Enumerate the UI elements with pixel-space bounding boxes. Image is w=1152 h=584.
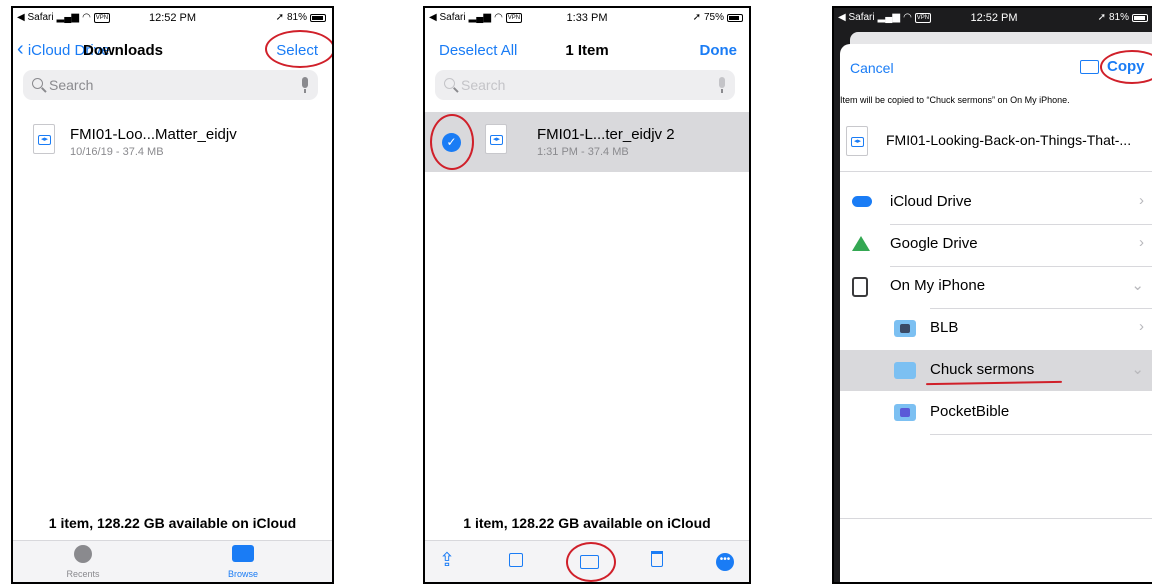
chevron-right-icon: › — [1139, 234, 1144, 251]
duplicate-icon[interactable] — [509, 553, 523, 567]
folder-chuck-sermons[interactable]: Chuck sermons ⌄ — [840, 350, 1152, 391]
done-button[interactable]: Done — [700, 42, 738, 59]
file-name: FMI01-Looking-Back-on-Things-That-... — [886, 132, 1132, 148]
status-bar: ◀ Safari ▂▄▆ ◠ VPN 12:52 PM ➚ 81% — [13, 8, 332, 30]
storage-info: 1 item, 128.22 GB available on iCloud — [463, 515, 711, 531]
file-summary: ◂▸ FMI01-Looking-Back-on-Things-That-... — [840, 112, 1152, 172]
battery-percent: 81% — [286, 12, 307, 23]
search-icon — [32, 78, 43, 89]
annotation-circle-move — [566, 542, 616, 582]
search-icon — [444, 78, 455, 89]
more-icon[interactable]: ••• — [716, 553, 734, 571]
microphone-icon[interactable] — [302, 77, 308, 93]
chevron-left-icon: ‹ — [17, 38, 24, 60]
battery-percent: 81% — [1108, 12, 1129, 23]
status-bar: ◀ Safari ▂▄▆ ◠ VPN 12:52 PM ➚ 81% — [834, 8, 1152, 30]
location-icon: ➚ — [692, 12, 701, 23]
share-icon[interactable]: ⇪ — [439, 549, 455, 572]
folder-icon — [232, 545, 254, 562]
audio-file-icon: ◂▸ — [846, 126, 868, 156]
app-folder-icon — [894, 404, 916, 421]
screen-copy-destination: ◀ Safari ▂▄▆ ◠ VPN 12:52 PM ➚ 81% Cancel… — [832, 6, 1152, 584]
file-meta: 1:31 PM - 37.4 MB — [537, 146, 629, 158]
page-title: Downloads — [83, 42, 164, 59]
folder-pocketbible[interactable]: PocketBible — [840, 392, 1152, 433]
tab-bar: Recents Browse — [13, 540, 332, 582]
file-item[interactable]: ◂▸ FMI01-Loo...Matter_eidjv 10/16/19 - 3… — [13, 118, 332, 168]
annotation-underline — [925, 380, 1063, 386]
battery-percent: 75% — [703, 12, 724, 23]
search-placeholder: Search — [461, 77, 506, 93]
annotation-circle-select — [265, 30, 332, 68]
audio-file-icon: ◂▸ — [33, 124, 55, 154]
trash-icon[interactable] — [651, 551, 663, 567]
chevron-down-icon: ⌄ — [1131, 361, 1144, 378]
search-field[interactable]: Search — [435, 70, 735, 100]
location-icloud-drive[interactable]: iCloud Drive › — [840, 182, 1152, 223]
screen-selection: ◀ Safari ▂▄▆ ◠ VPN 1:33 PM ➚ 75% Deselec… — [423, 6, 751, 584]
new-folder-icon[interactable] — [1080, 60, 1099, 74]
tab-browse[interactable]: Browse — [213, 545, 273, 579]
file-meta: 10/16/19 - 37.4 MB — [70, 146, 164, 158]
search-placeholder: Search — [49, 77, 94, 93]
annotation-circle-copy — [1100, 50, 1152, 84]
iphone-icon — [852, 277, 868, 297]
battery-icon — [310, 13, 326, 22]
microphone-icon[interactable] — [719, 77, 725, 93]
cancel-button[interactable]: Cancel — [850, 60, 894, 76]
copy-info-text: Item will be copied to “Chuck sermons” o… — [840, 95, 1070, 105]
audio-file-icon: ◂▸ — [485, 124, 507, 154]
file-name: FMI01-L...ter_eidjv 2 — [537, 126, 675, 143]
chevron-right-icon: › — [1139, 318, 1144, 335]
copy-sheet: Cancel Copy Item will be copied to “Chuc… — [840, 44, 1152, 582]
folder-blb[interactable]: BLB › — [840, 308, 1152, 349]
location-on-my-iphone[interactable]: On My iPhone ⌄ — [840, 266, 1152, 307]
search-field[interactable]: Search — [23, 70, 318, 100]
status-bar: ◀ Safari ▂▄▆ ◠ VPN 1:33 PM ➚ 75% — [425, 8, 749, 30]
battery-icon — [1132, 13, 1148, 22]
storage-info: 1 item, 128.22 GB available on iCloud — [48, 515, 297, 531]
cloud-icon — [852, 196, 872, 207]
chevron-down-icon: ⌄ — [1131, 277, 1144, 294]
nav-bar: Deselect All 1 Item Done — [425, 36, 749, 66]
clock-icon — [74, 545, 92, 563]
app-folder-icon — [894, 320, 916, 337]
screen-downloads: ◀ Safari ▂▄▆ ◠ VPN 12:52 PM ➚ 81% ‹ iClo… — [11, 6, 334, 584]
file-name: FMI01-Loo...Matter_eidjv — [70, 126, 237, 143]
location-icon: ➚ — [275, 12, 284, 23]
battery-icon — [727, 13, 743, 22]
location-icon: ➚ — [1097, 12, 1106, 23]
google-drive-icon — [852, 236, 870, 251]
folder-icon — [894, 362, 916, 379]
annotation-circle-checkmark — [430, 114, 474, 170]
location-google-drive[interactable]: Google Drive › — [840, 224, 1152, 265]
tab-recents[interactable]: Recents — [53, 545, 113, 579]
chevron-right-icon: › — [1139, 192, 1144, 209]
